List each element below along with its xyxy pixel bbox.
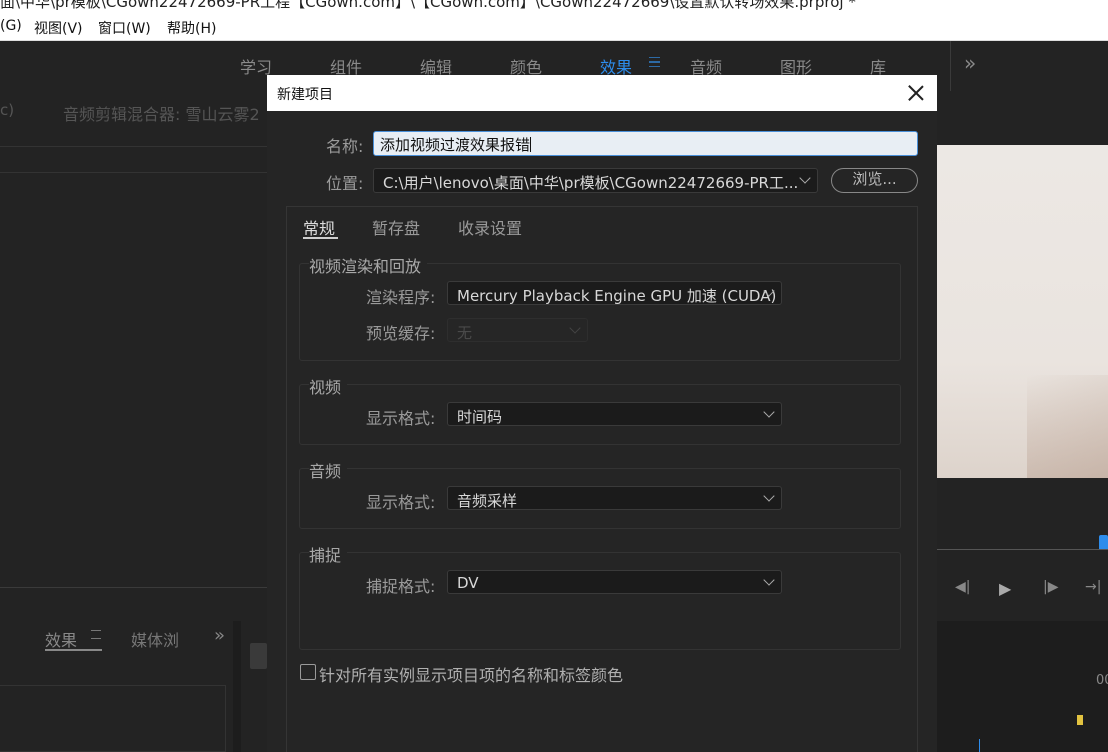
name-label: 名称: bbox=[326, 137, 364, 156]
chevron-down-icon bbox=[799, 172, 811, 184]
panel-overflow-icon[interactable]: » bbox=[214, 625, 225, 646]
project-name-input[interactable]: 添加视频过渡效果报错 bbox=[373, 131, 918, 156]
chevron-down-icon bbox=[763, 574, 775, 586]
effects-panel: 效果 媒体浏 » bbox=[0, 621, 233, 752]
audio-display-format-select[interactable]: 音频采样 bbox=[447, 486, 782, 510]
video-display-format-select[interactable]: 时间码 bbox=[447, 402, 782, 426]
capture-group-title: 捕捉 bbox=[309, 542, 348, 566]
chevron-down-icon bbox=[763, 406, 775, 418]
menu-bar: (G) 视图(V) 窗口(W) 帮助(H) bbox=[0, 14, 1108, 41]
menu-view[interactable]: 视图(V) bbox=[34, 18, 83, 38]
timeline-ruler bbox=[937, 549, 1108, 550]
timeline-playhead bbox=[979, 739, 980, 752]
renderer-value: Mercury Playback Engine GPU 加速 (CUDA) bbox=[457, 287, 777, 305]
video-display-format-value: 时间码 bbox=[457, 408, 503, 426]
renderer-select[interactable]: Mercury Playback Engine GPU 加速 (CUDA) bbox=[447, 281, 782, 305]
dialog-title: 新建项目 bbox=[277, 87, 333, 103]
workspace-divider bbox=[950, 41, 951, 91]
preview-cache-label: 预览缓存: bbox=[366, 324, 436, 343]
browse-button-label: 浏览... bbox=[852, 170, 897, 188]
timeline-panel: 00 bbox=[937, 621, 1108, 752]
audio-display-format-label: 显示格式: bbox=[366, 493, 436, 512]
panel-menu-icon[interactable] bbox=[91, 630, 101, 639]
show-labels-checkbox[interactable] bbox=[300, 664, 316, 680]
step-back-icon[interactable]: ◀| bbox=[955, 579, 970, 595]
tab-scratch-disks[interactable]: 暂存盘 bbox=[372, 215, 420, 239]
workspace-menu-icon[interactable] bbox=[649, 57, 660, 67]
video-preview-image bbox=[937, 145, 1108, 478]
capture-format-value: DV bbox=[457, 574, 479, 592]
video-group-title: 视频 bbox=[309, 374, 348, 398]
effects-tab-underline bbox=[45, 649, 102, 651]
tab-ingest-settings[interactable]: 收录设置 bbox=[458, 215, 522, 239]
menu-help[interactable]: 帮助(H) bbox=[167, 18, 216, 38]
source-panel-tab-fragment[interactable]: c) bbox=[0, 101, 14, 119]
capture-group bbox=[299, 552, 901, 650]
menu-window[interactable]: 窗口(W) bbox=[98, 18, 151, 38]
play-icon[interactable]: ▶ bbox=[999, 579, 1011, 598]
go-to-out-icon[interactable]: →| bbox=[1085, 579, 1101, 595]
tab-general-underline bbox=[303, 237, 338, 239]
track-marker bbox=[1077, 715, 1083, 725]
new-project-dialog: 新建项目 名称: 添加视频过渡效果报错 位置: C:\用户\lenovo\桌面\… bbox=[267, 75, 937, 752]
workspace-overflow-icon[interactable]: » bbox=[964, 51, 976, 75]
program-monitor: ◀| ▶ |▶ →| bbox=[937, 91, 1108, 621]
source-panel: c) 音频剪辑混合器: 雪山云雾2 bbox=[0, 91, 267, 621]
mountain-shape bbox=[1027, 375, 1108, 478]
panel-divider bbox=[0, 146, 267, 147]
tab-general[interactable]: 常规 bbox=[303, 215, 335, 239]
capture-format-label: 捕捉格式: bbox=[366, 577, 436, 596]
renderer-label: 渲染程序: bbox=[366, 288, 436, 307]
project-name-value: 添加视频过渡效果报错 bbox=[380, 136, 531, 154]
effects-tab[interactable]: 效果 bbox=[45, 627, 77, 651]
capture-format-select[interactable]: DV bbox=[447, 570, 782, 594]
audio-group-title: 音频 bbox=[309, 458, 348, 482]
chevron-down-icon bbox=[763, 490, 775, 502]
panel-divider bbox=[0, 587, 267, 588]
tools-panel bbox=[241, 621, 267, 752]
close-icon[interactable] bbox=[907, 84, 925, 102]
video-render-group bbox=[299, 263, 901, 361]
step-forward-icon[interactable]: |▶ bbox=[1043, 579, 1058, 595]
selection-tool-icon[interactable] bbox=[250, 643, 267, 669]
media-browser-tab[interactable]: 媒体浏 bbox=[131, 627, 179, 651]
video-display-format-label: 显示格式: bbox=[366, 409, 436, 428]
panel-divider bbox=[0, 172, 267, 173]
location-select[interactable]: C:\用户\lenovo\桌面\中华\pr模板\CGown22472669-PR… bbox=[373, 168, 818, 193]
video-render-group-title: 视频渲染和回放 bbox=[309, 253, 428, 277]
effects-list bbox=[0, 685, 226, 752]
location-label: 位置: bbox=[326, 174, 364, 193]
audio-clip-mixer-tab[interactable]: 音频剪辑混合器: 雪山云雾2 bbox=[63, 101, 260, 125]
window-title-bar: 面\中华\pr模板\CGown22472669-PR工程【CGown.com】\… bbox=[0, 0, 1108, 14]
window-title: 面\中华\pr模板\CGown22472669-PR工程【CGown.com】\… bbox=[0, 0, 856, 11]
timeline-timecode-fragment: 00 bbox=[1096, 673, 1108, 688]
location-value: C:\用户\lenovo\桌面\中华\pr模板\CGown22472669-PR… bbox=[383, 174, 799, 192]
show-labels-checkbox-label: 针对所有实例显示项目项的名称和标签颜色 bbox=[319, 666, 624, 685]
playhead-marker[interactable] bbox=[1099, 535, 1108, 549]
menu-graphics[interactable]: (G) bbox=[0, 18, 22, 34]
text-cursor bbox=[530, 137, 532, 152]
preview-cache-value: 无 bbox=[457, 324, 473, 342]
preview-cache-select[interactable]: 无 bbox=[447, 318, 588, 342]
chevron-down-icon bbox=[569, 322, 581, 334]
browse-button[interactable]: 浏览... bbox=[831, 168, 918, 193]
audio-display-format-value: 音频采样 bbox=[457, 492, 518, 510]
dialog-title-bar: 新建项目 bbox=[267, 75, 937, 111]
